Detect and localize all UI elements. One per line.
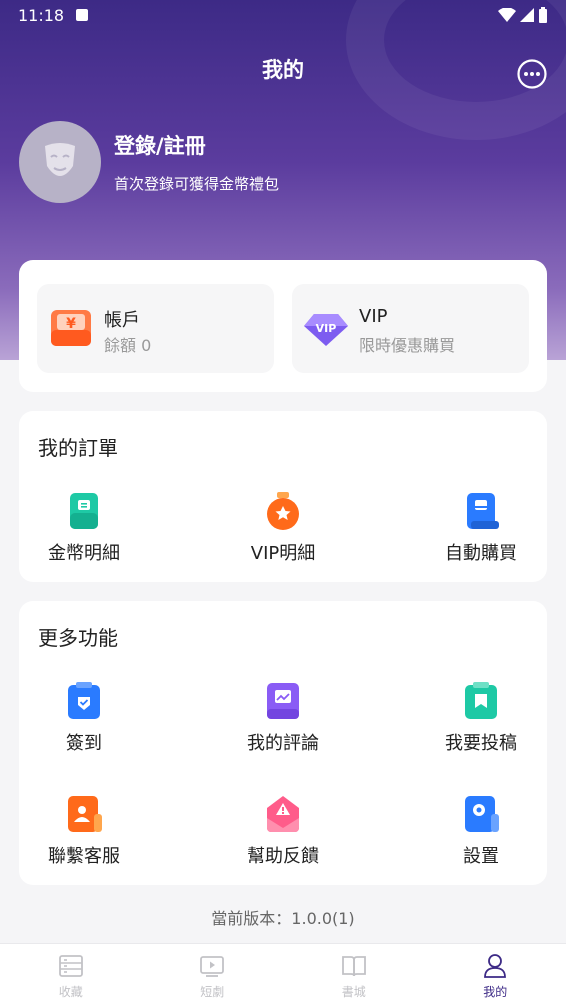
mask-avatar-icon — [45, 143, 75, 176]
tab-favorites[interactable]: 收藏 — [0, 944, 142, 1008]
favorites-icon — [58, 955, 83, 977]
account-title: 帳戶 — [104, 310, 140, 331]
settings-label: 設置 — [463, 846, 499, 867]
coin-detail-icon — [70, 493, 98, 529]
message-icon — [517, 59, 547, 89]
wifi-icon — [498, 8, 516, 22]
wallet-card: ¥ 帳戶 餘額 0 VIP VIP 限時優惠購買 — [19, 260, 547, 392]
tab-bookstore[interactable]: 書城 — [283, 944, 425, 1008]
customer-service-button[interactable]: 聯繫客服 — [14, 794, 154, 868]
account-balance: 餘額 0 — [104, 336, 152, 355]
vip-badge-text: VIP — [316, 322, 337, 335]
video-icon — [200, 956, 225, 977]
vip-diamond-icon: VIP — [304, 314, 348, 346]
vip-detail-label: VIP明細 — [250, 543, 316, 564]
coin-detail-button[interactable]: 金幣明細 — [14, 491, 154, 565]
auto-buy-label: 自動購買 — [445, 543, 517, 564]
svg-text:¥: ¥ — [66, 316, 76, 332]
vip-title: VIP — [359, 306, 388, 327]
submit-icon — [465, 682, 497, 719]
auto-buy-icon — [467, 493, 499, 529]
message-button[interactable] — [516, 58, 548, 90]
version-text: 當前版本：1.0.0(1) — [211, 909, 355, 928]
tab-short-drama[interactable]: 短劇 — [142, 944, 284, 1008]
tab-bookstore-label: 書城 — [341, 985, 366, 999]
battery-icon — [539, 7, 547, 23]
submit-manuscript-label: 我要投稿 — [445, 733, 517, 754]
tab-mine-label: 我的 — [483, 985, 508, 999]
login-register-link[interactable]: 登錄/註冊 — [114, 130, 206, 160]
tab-mine[interactable]: 我的 — [425, 944, 566, 1008]
customer-service-label: 聯繫客服 — [48, 846, 120, 867]
checkin-icon — [68, 682, 100, 719]
coin-detail-label: 金幣明細 — [48, 543, 120, 564]
book-icon — [341, 956, 366, 977]
settings-icon — [465, 796, 499, 832]
my-comments-label: 我的評論 — [247, 733, 319, 754]
page-title: 我的 — [262, 58, 304, 82]
tab-short-drama-label: 短劇 — [200, 985, 225, 999]
login-reward-text: 首次登錄可獲得金幣禮包 — [114, 175, 280, 193]
orders-card: 我的訂單 金幣明細 VIP明細 自動購買 — [19, 411, 547, 582]
my-comments-button[interactable]: 我的評論 — [213, 681, 353, 755]
signal-icon — [520, 8, 534, 22]
more-functions-card: 更多功能 簽到 我的評論 我要投稿 聯繫客服 幫助反饋 設置 — [19, 601, 547, 885]
checkin-label: 簽到 — [66, 733, 102, 754]
user-icon — [484, 954, 507, 978]
orders-title: 我的訂單 — [38, 436, 118, 460]
feedback-icon — [267, 796, 299, 832]
submit-manuscript-button[interactable]: 我要投稿 — [411, 681, 551, 755]
status-time: 11:18 — [18, 5, 65, 25]
bottom-tab-bar: 收藏 短劇 書城 我的 — [0, 943, 566, 1008]
wallet-icon: ¥ — [51, 310, 91, 346]
vip-bag-icon — [267, 492, 299, 530]
checkin-button[interactable]: 簽到 — [14, 681, 154, 755]
avatar[interactable] — [19, 121, 101, 203]
help-feedback-label: 幫助反饋 — [247, 846, 319, 867]
vip-subtitle: 限時優惠購買 — [359, 336, 456, 355]
account-button[interactable]: ¥ 帳戶 餘額 0 — [37, 284, 274, 373]
comment-icon — [267, 683, 299, 719]
customer-service-icon — [68, 796, 102, 832]
status-bar: 11:18 — [0, 0, 566, 30]
tab-favorites-label: 收藏 — [58, 985, 83, 999]
settings-button[interactable]: 設置 — [411, 794, 551, 868]
vip-detail-button[interactable]: VIP明細 — [213, 491, 353, 565]
vip-button[interactable]: VIP VIP 限時優惠購買 — [292, 284, 529, 373]
auto-buy-button[interactable]: 自動購買 — [411, 491, 551, 565]
more-functions-title: 更多功能 — [38, 626, 118, 650]
notification-icon — [76, 9, 89, 21]
help-feedback-button[interactable]: 幫助反饋 — [213, 794, 353, 868]
